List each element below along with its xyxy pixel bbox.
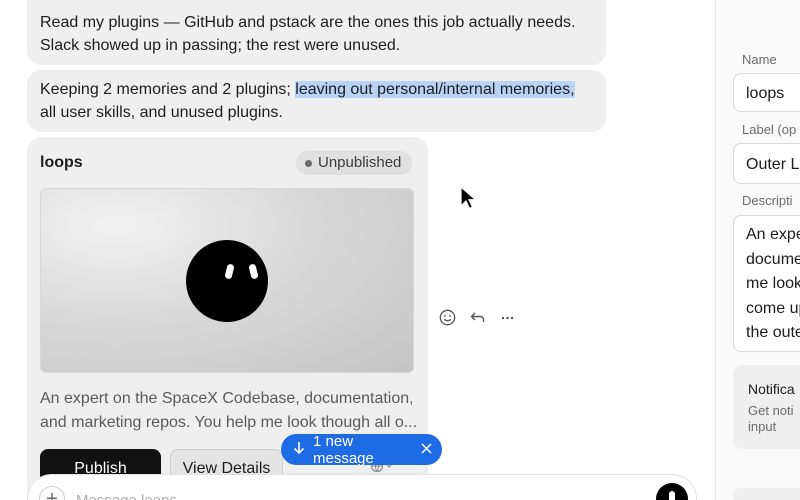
more-icon[interactable] <box>498 308 516 326</box>
card-description-line: and marketing repos. You help me look th… <box>40 414 418 431</box>
arrow-down-icon <box>293 441 305 459</box>
avatar-eye <box>248 263 259 280</box>
message-text-line: Keeping 2 memories and 2 plugins; leavin… <box>40 78 593 101</box>
status-badge: Unpublished <box>296 151 413 175</box>
chat-pane: Read my plugins — GitHub and pstack are … <box>0 0 715 500</box>
settings-panel: Name loops Label (op Outer Lo Descripti … <box>716 0 800 500</box>
description-line: me look <box>746 275 800 292</box>
reply-icon[interactable] <box>468 308 486 326</box>
message-bubble-plugins: Read my plugins — GitHub and pstack are … <box>27 0 606 65</box>
close-icon[interactable] <box>421 441 432 458</box>
notification-subtitle: Get noti <box>748 403 794 418</box>
description-field[interactable]: An expe docume me look come up the oute <box>733 215 800 352</box>
card-description: An expert on the SpaceX Codebase, docume… <box>40 387 418 435</box>
toast-label: 1 new message <box>313 432 374 467</box>
new-message-toast[interactable]: 1 new message <box>281 432 442 467</box>
card-hero-image <box>40 188 414 373</box>
message-text-line: Slack showed up in passing; the rest wer… <box>40 37 401 54</box>
description-line: come up <box>746 299 800 317</box>
card-description-line: An expert on the SpaceX Codebase, docume… <box>40 390 414 407</box>
avatar-eye <box>224 263 235 280</box>
description-line: the oute <box>746 324 800 341</box>
message-input[interactable] <box>76 487 596 500</box>
selected-text[interactable]: leaving out personal/internal memories, <box>295 81 575 98</box>
notification-title: Notifica <box>748 381 795 397</box>
card-title: loops <box>40 154 83 171</box>
message-text: Keeping 2 memories and 2 plugins; <box>40 81 296 98</box>
name-label: Name <box>742 52 777 67</box>
description-label: Descripti <box>742 193 793 208</box>
message-text-line: Read my plugins — GitHub and pstack are … <box>40 14 576 31</box>
description-line: docume <box>746 250 800 268</box>
message-text-line: all user skills, and unused plugins. <box>40 104 283 121</box>
message-bubble-memories: Keeping 2 memories and 2 plugins; leavin… <box>27 70 606 132</box>
name-field[interactable]: loops <box>733 73 800 112</box>
mic-icon[interactable] <box>656 483 688 500</box>
notification-setting[interactable]: Notifica Get noti input <box>733 365 800 449</box>
status-dot-icon <box>305 159 312 167</box>
message-composer: + <box>27 474 697 500</box>
blob-avatar-icon <box>186 240 268 322</box>
mouse-cursor-icon <box>460 185 478 215</box>
notification-subtitle: input <box>748 419 777 434</box>
plus-icon[interactable]: + <box>39 486 65 500</box>
message-actions <box>438 308 516 326</box>
label-label: Label (op <box>742 122 797 137</box>
description-line: An expe <box>746 226 800 243</box>
label-field[interactable]: Outer Lo <box>733 143 800 184</box>
smile-icon[interactable] <box>438 308 456 326</box>
status-label: Unpublished <box>318 154 402 171</box>
next-setting-card[interactable] <box>733 488 800 500</box>
